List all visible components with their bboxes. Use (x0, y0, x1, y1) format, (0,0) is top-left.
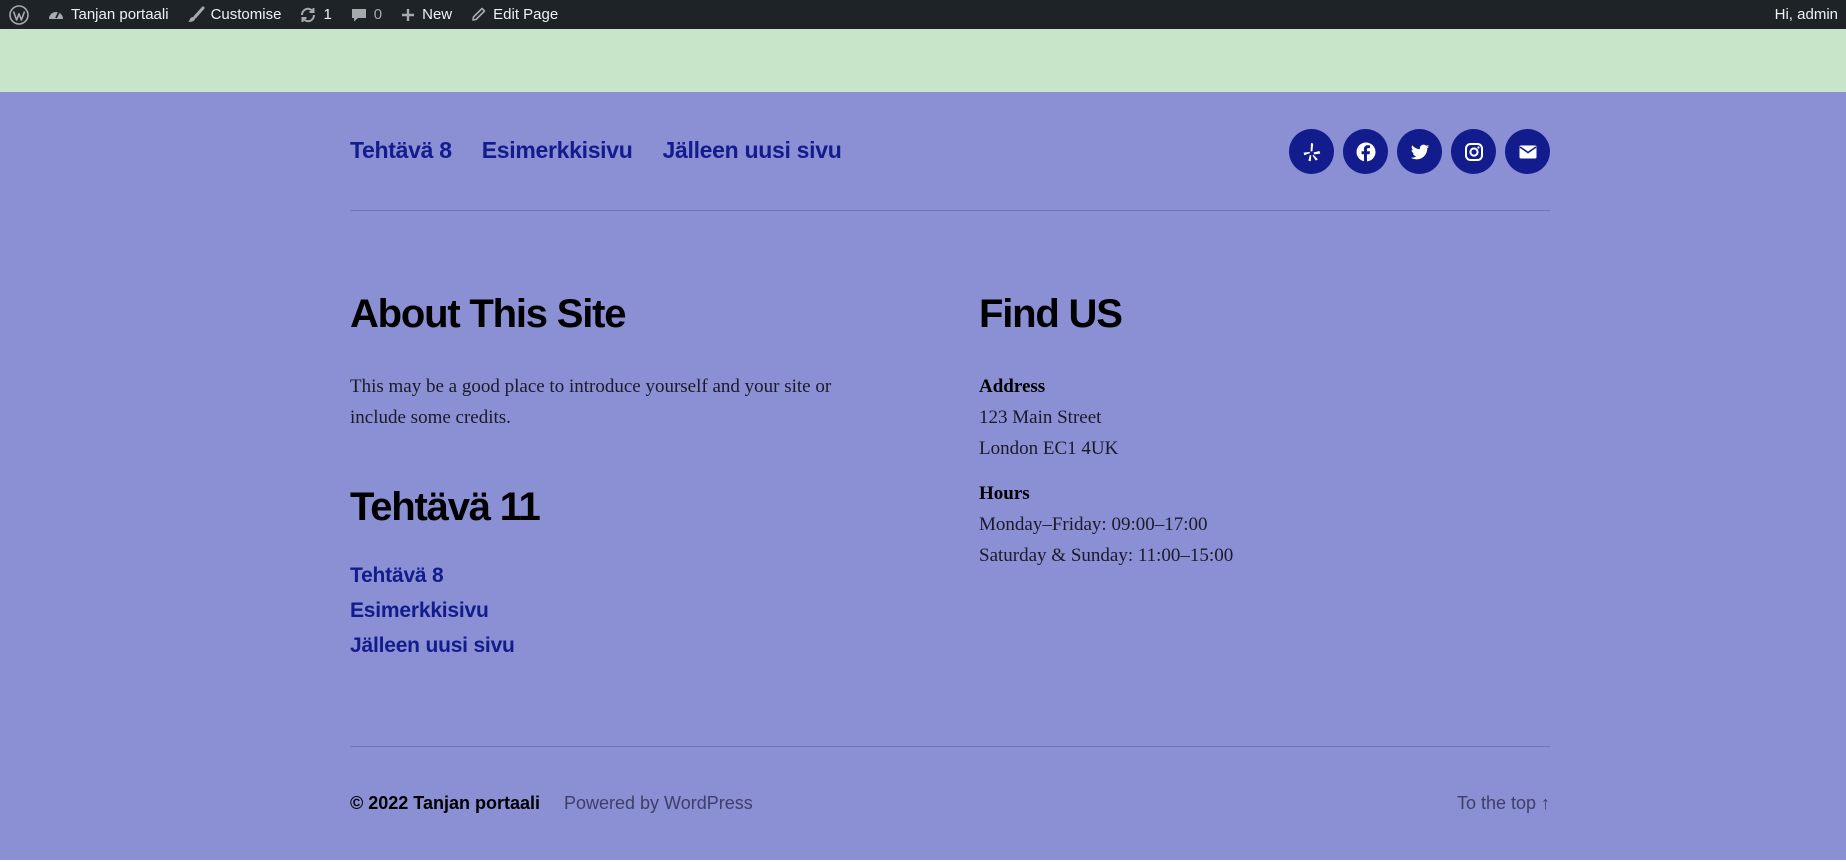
site-name-label: Tanjan portaali (71, 6, 169, 23)
footer-menu: Tehtävä 8 Esimerkkisivu Jälleen uusi siv… (350, 137, 842, 164)
updates-count: 1 (323, 6, 332, 23)
footer-credits: © 2022 Tanjan portaali Powered by WordPr… (350, 793, 753, 814)
wordpress-logo-button[interactable] (0, 0, 38, 29)
greeting-label: Hi, admin (1774, 6, 1838, 23)
comment-icon (351, 8, 366, 21)
wordpress-icon (9, 4, 29, 25)
address-line-1: 123 Main Street (979, 407, 1102, 428)
footer-divider-top (350, 210, 1550, 211)
facebook-link[interactable] (1343, 129, 1388, 174)
hours-line-2: Saturday & Sunday: 11:00–15:00 (979, 545, 1234, 566)
page-content-band (0, 29, 1846, 92)
tehtava-widget-links: Tehtävä 8 Esimerkkisivu Jälleen uusi siv… (350, 562, 515, 659)
updates-icon (301, 7, 316, 22)
customise-label: Customise (210, 6, 282, 23)
twitter-link[interactable] (1397, 129, 1442, 174)
address-label: Address (979, 376, 1046, 397)
yelp-link[interactable] (1289, 129, 1334, 174)
tehtava-widget-title: Tehtävä 11 (350, 485, 541, 529)
plus-icon (402, 8, 415, 21)
copyright-text: © 2022 Tanjan portaali (350, 793, 540, 813)
twitter-icon (1410, 144, 1429, 159)
site-footer: Tehtävä 8 Esimerkkisivu Jälleen uusi siv… (0, 92, 1846, 860)
dashboard-icon (49, 11, 63, 19)
address-line-2: London EC1 4UK (979, 438, 1119, 459)
instagram-icon (1464, 142, 1483, 161)
find-us-gap (979, 464, 1479, 478)
about-widget-text: This may be a good place to introduce yo… (350, 376, 832, 428)
site-name-link[interactable]: Tanjan portaali (38, 0, 178, 29)
social-links (1289, 129, 1550, 174)
paintbrush-icon (188, 6, 205, 22)
widget-link-tehtava-8[interactable]: Tehtävä 8 (350, 562, 515, 589)
my-account-link[interactable]: Hi, admin (1766, 0, 1846, 29)
admin-bar: Tanjan portaali Customise 1 0 New Edit P… (0, 0, 1846, 29)
customise-link[interactable]: Customise (178, 0, 291, 29)
new-content-link[interactable]: New (391, 0, 461, 29)
new-label: New (422, 6, 453, 23)
hours-line-1: Monday–Friday: 09:00–17:00 (979, 514, 1208, 535)
updates-link[interactable]: 1 (290, 0, 340, 29)
hours-label: Hours (979, 483, 1030, 504)
widget-link-jalleen-uusi-sivu[interactable]: Jälleen uusi sivu (350, 632, 515, 659)
about-widget-title: About This Site (350, 292, 627, 336)
instagram-link[interactable] (1451, 129, 1496, 174)
facebook-icon (1356, 142, 1375, 162)
mail-icon (1519, 145, 1536, 158)
footer-menu-item-esimerkkisivu[interactable]: Esimerkkisivu (482, 137, 633, 164)
footer-menu-item-tehtava-8[interactable]: Tehtävä 8 (350, 137, 452, 164)
yelp-icon (1303, 142, 1320, 161)
edit-page-label: Edit Page (493, 6, 559, 23)
comments-count: 0 (373, 6, 383, 23)
footer-divider-bottom (350, 746, 1550, 747)
email-link[interactable] (1505, 129, 1550, 174)
find-us-widget-body: Address 123 Main Street London EC1 4UK H… (979, 371, 1479, 571)
pencil-icon (472, 7, 486, 21)
comments-link[interactable]: 0 (341, 0, 391, 29)
find-us-widget-title: Find US (979, 292, 1123, 336)
edit-page-link[interactable]: Edit Page (461, 0, 567, 29)
to-the-top-link[interactable]: To the top ↑ (1457, 793, 1550, 814)
powered-by-link[interactable]: Powered by WordPress (564, 793, 753, 814)
footer-menu-item-jalleen-uusi-sivu[interactable]: Jälleen uusi sivu (663, 137, 842, 164)
widget-link-esimerkkisivu[interactable]: Esimerkkisivu (350, 597, 515, 624)
